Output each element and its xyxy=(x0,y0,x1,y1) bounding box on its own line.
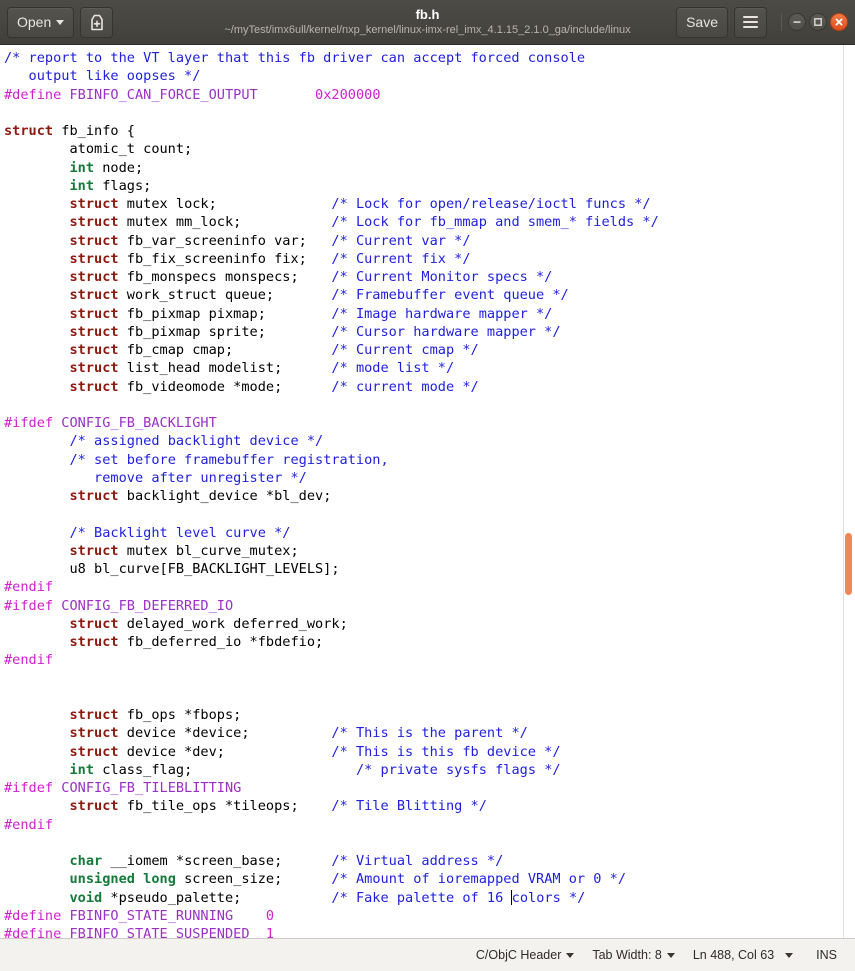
cursor-position-indicator[interactable]: Ln 488, Col 63 xyxy=(684,944,776,966)
code-line: remove after unregister */ xyxy=(4,469,307,486)
title-bar: Open fb.h ~/myTest/imx6ull/kernel/nxp_ke… xyxy=(0,0,855,45)
code-line: #define FBINFO_CAN_FORCE_OUTPUT 0x200000 xyxy=(4,86,381,103)
code-line: struct device *device; /* This is the pa… xyxy=(69,725,528,742)
code-line: struct device *dev; /* This is this fb d… xyxy=(69,743,561,760)
code-line: struct mutex lock; /* Lock for open/rele… xyxy=(69,196,651,212)
chevron-down-icon xyxy=(785,952,794,958)
vertical-scrollbar[interactable] xyxy=(843,45,855,938)
code-line: char __iomem *screen_base; /* Virtual ad… xyxy=(69,853,504,869)
new-document-button[interactable] xyxy=(80,6,114,38)
chevron-down-icon xyxy=(56,19,65,25)
text-editor-window: Open fb.h ~/myTest/imx6ull/kernel/nxp_ke… xyxy=(0,0,855,971)
code-line: #ifdef CONFIG_FB_TILEBLITTING xyxy=(4,780,242,796)
titlebar-left-controls: Open xyxy=(7,6,114,38)
minimize-button[interactable] xyxy=(788,13,806,31)
code-line: struct fb_monspecs monspecs; /* Current … xyxy=(69,269,553,285)
code-line: struct fb_deferred_io *fbdefio; xyxy=(69,634,324,650)
tab-width-label: Tab Width: 8 xyxy=(592,948,662,962)
page-title: fb.h xyxy=(415,7,440,22)
status-bar: C/ObjC Header Tab Width: 8 Ln 488, Col 6… xyxy=(0,938,855,971)
code-line: /* set before framebuffer registration, xyxy=(69,451,389,468)
code-line: struct fb_pixmap sprite; /* Cursor hardw… xyxy=(69,323,561,340)
code-line: output like oopses */ xyxy=(4,68,201,85)
open-button[interactable]: Open xyxy=(7,6,75,38)
code-line: struct fb_fix_screeninfo fix; /* Current… xyxy=(69,250,471,267)
code-line: #endif xyxy=(4,579,54,596)
code-line: struct fb_cmap cmap; /* Current cmap */ xyxy=(69,342,479,358)
code-line: #define FBINFO_STATE_RUNNING 0 xyxy=(4,907,275,924)
code-line: #endif xyxy=(4,816,54,833)
code-line: #ifdef CONFIG_FB_BACKLIGHT xyxy=(4,415,217,431)
open-button-label: Open xyxy=(17,14,52,30)
editor-area[interactable]: /* report to the VT layer that this fb d… xyxy=(0,45,855,938)
new-document-icon xyxy=(90,14,103,30)
code-line: int flags; xyxy=(69,177,152,194)
code-line: struct fb_pixmap pixmap; /* Image hardwa… xyxy=(69,305,553,322)
titlebar-right-controls: Save xyxy=(676,6,848,38)
code-line: struct list_head modelist; /* mode list … xyxy=(69,360,455,377)
code-line: #endif xyxy=(4,652,54,669)
code-line: struct fb_ops *fbops; xyxy=(69,707,242,723)
code-line: int class_flag; /* private sysfs flags *… xyxy=(69,761,561,778)
code-line: void *pseudo_palette; /* Fake palette of… xyxy=(69,889,586,906)
code-line: struct mutex bl_curve_mutex; xyxy=(69,542,299,559)
chevron-down-icon xyxy=(566,952,575,958)
vertical-scrollbar-thumb[interactable] xyxy=(845,533,852,595)
code-line: struct work_struct queue; /* Framebuffer… xyxy=(69,287,569,304)
code-line: /* assigned backlight device */ xyxy=(69,433,324,450)
maximize-icon xyxy=(814,18,822,26)
close-button[interactable] xyxy=(830,13,848,31)
maximize-button[interactable] xyxy=(809,13,827,31)
close-icon xyxy=(835,18,843,26)
code-line: u8 bl_curve[FB_BACKLIGHT_LEVELS]; xyxy=(4,561,340,577)
code-line: unsigned long screen_size; /* Amount of … xyxy=(69,871,627,888)
code-line: struct fb_info { xyxy=(4,123,135,139)
code-line: struct delayed_work deferred_work; xyxy=(69,615,348,632)
code-line: struct fb_tile_ops *tileops; /* Tile Bli… xyxy=(69,798,487,815)
code-line: struct fb_videomode *mode; /* current mo… xyxy=(69,378,479,395)
cursor-position-dropdown[interactable] xyxy=(776,944,802,966)
code-line: struct backlight_device *bl_dev; xyxy=(69,488,332,504)
language-mode-label: C/ObjC Header xyxy=(475,948,562,962)
code-line: #define FBINFO_STATE_SUSPENDED 1 xyxy=(4,926,275,938)
cursor-position-label: Ln 488, Col 63 xyxy=(692,948,775,962)
window-controls xyxy=(781,13,848,31)
code-line: struct fb_var_screeninfo var; /* Current… xyxy=(69,232,471,249)
code-line: /* report to the VT layer that this fb d… xyxy=(4,50,586,66)
language-mode-selector[interactable]: C/ObjC Header xyxy=(467,944,583,966)
chevron-down-icon xyxy=(666,952,675,958)
menu-button[interactable] xyxy=(734,6,767,38)
insert-mode-indicator: INS xyxy=(802,948,843,962)
code-line: #ifdef CONFIG_FB_DEFERRED_IO xyxy=(4,597,234,614)
code-line: atomic_t count; xyxy=(4,141,193,158)
source-code-text[interactable]: /* report to the VT layer that this fb d… xyxy=(0,45,855,938)
save-button-label: Save xyxy=(686,14,718,30)
file-path-subtitle: ~/myTest/imx6ull/kernel/nxp_kernel/linux… xyxy=(224,24,631,36)
minimize-icon xyxy=(793,21,801,23)
code-line: struct mutex mm_lock; /* Lock for fb_mma… xyxy=(69,214,659,231)
code-line: int node; xyxy=(69,159,144,176)
insert-mode-label: INS xyxy=(816,948,837,962)
tab-width-selector[interactable]: Tab Width: 8 xyxy=(583,944,683,966)
hamburger-menu-icon xyxy=(743,16,758,28)
save-button[interactable]: Save xyxy=(676,6,728,38)
code-line: /* Backlight level curve */ xyxy=(69,524,291,541)
